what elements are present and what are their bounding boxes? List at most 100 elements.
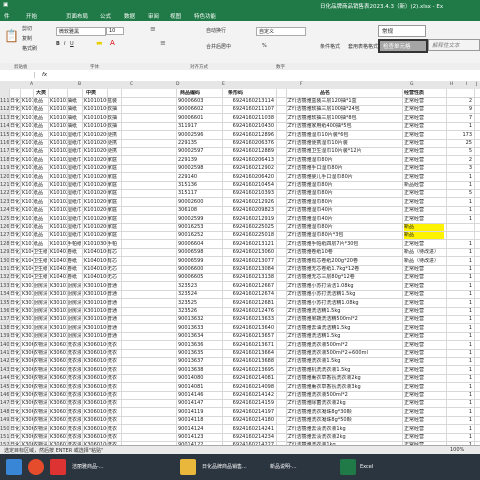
- cell-q[interactable]: 1: [448, 409, 472, 416]
- cell-bar[interactable]: 6924160206420: [222, 174, 274, 181]
- format-painter-button[interactable]: 格式刷: [22, 45, 37, 52]
- cell-e[interactable]: 厨房清洁: [67, 316, 81, 323]
- taskbar-item-4[interactable]: Excel: [360, 460, 373, 474]
- cell-d[interactable]: [K10102]: [48, 140, 67, 147]
- folder-icon[interactable]: [180, 459, 196, 475]
- bold-button[interactable]: B: [56, 41, 60, 47]
- cell-e[interactable]: 洗衣液: [67, 350, 81, 357]
- cell-type[interactable]: 正常经营: [404, 140, 444, 147]
- cell-type[interactable]: 正常经营: [404, 148, 444, 155]
- cell-code[interactable]: 323523: [178, 283, 220, 290]
- cell-q[interactable]: 1: [448, 283, 472, 290]
- cell-c[interactable]: 厨房清洁: [33, 316, 47, 323]
- cell-c[interactable]: 纸品: [33, 140, 47, 147]
- cell-q[interactable]: 1: [448, 182, 472, 189]
- row-number[interactable]: 132: [0, 273, 9, 282]
- menu-data[interactable]: 数据: [124, 12, 135, 20]
- cell-g[interactable]: 洗衣: [107, 409, 121, 416]
- cell-e[interactable]: 洗衣液: [67, 417, 81, 424]
- column-header-a[interactable]: A: [30, 82, 33, 87]
- cell-f[interactable]: [K30101001]: [82, 283, 107, 290]
- cell-bar[interactable]: 6924160214098: [222, 384, 274, 391]
- row-number[interactable]: 122: [0, 189, 9, 198]
- cell-q[interactable]: 1: [448, 258, 472, 265]
- row-number[interactable]: 123: [0, 197, 9, 206]
- cell-code[interactable]: 90013634: [178, 333, 220, 340]
- taskbar-item-1[interactable]: 洁丽雅商品-...: [72, 460, 104, 474]
- header-cell[interactable]: 中类: [86, 90, 116, 97]
- cell-code[interactable]: 315136: [178, 182, 220, 189]
- row-number[interactable]: 124: [0, 206, 9, 215]
- cell-c[interactable]: 衣物清洁: [33, 434, 47, 441]
- cell-g[interactable]: 洗衣: [107, 434, 121, 441]
- cell-f[interactable]: [K10101001]: [82, 98, 107, 105]
- cell-type[interactable]: 正常经营: [404, 207, 444, 214]
- cell-name[interactable]: (ZY)洁丽雅手口湿巾80片: [286, 165, 386, 172]
- cell-a[interactable]: 日化: [10, 426, 20, 433]
- cell-g[interactable]: 洗衣: [107, 400, 121, 407]
- cell-q[interactable]: 1: [448, 325, 472, 332]
- cell-code[interactable]: 90006602: [178, 106, 220, 113]
- cell-c[interactable]: 衣物清洁: [33, 350, 47, 357]
- start-icon[interactable]: [6, 459, 22, 475]
- menu-special[interactable]: 特色功能: [194, 12, 216, 20]
- cell-bar[interactable]: 6924160212667: [222, 283, 274, 290]
- cell-bar[interactable]: 6924160225018: [222, 232, 274, 239]
- cell-bar[interactable]: 6924160209823: [222, 207, 274, 214]
- cell-q[interactable]: 1: [448, 123, 472, 130]
- browser-icon[interactable]: [28, 459, 44, 475]
- cell-a[interactable]: 日化: [10, 333, 20, 340]
- cell-g[interactable]: 家庭: [107, 232, 121, 239]
- cell-a[interactable]: 日化: [10, 266, 20, 273]
- cell-type[interactable]: 新品经营: [404, 182, 444, 189]
- cell-a[interactable]: 日化: [10, 308, 20, 315]
- cell-code[interactable]: 90002598: [178, 165, 220, 172]
- cell-q[interactable]: 1: [448, 241, 472, 248]
- cell-c[interactable]: 纸品: [33, 174, 47, 181]
- cut-button[interactable]: 剪切: [22, 25, 32, 32]
- cell-d[interactable]: [K10102]: [48, 157, 67, 164]
- cell-name[interactable]: (ZY)洁丽雅去油洗洁精1.5kg: [286, 325, 386, 332]
- cell-bar[interactable]: 6924160213084: [222, 266, 274, 273]
- cell-b[interactable]: [K101]: [20, 199, 33, 206]
- cell-bar[interactable]: 6924160214180: [222, 417, 274, 424]
- cell-b[interactable]: [K306]: [20, 426, 33, 433]
- cell-g[interactable]: 普通: [107, 291, 121, 298]
- cell-b[interactable]: [K306]: [20, 434, 33, 441]
- cell-b[interactable]: [K101]: [20, 140, 33, 147]
- cell-b[interactable]: [K306]: [20, 400, 33, 407]
- cell-c[interactable]: 纸品: [33, 106, 47, 113]
- cell-d[interactable]: [K30601]: [48, 400, 67, 407]
- cell-b[interactable]: [K306]: [20, 384, 33, 391]
- cell-bar[interactable]: 6924160213688: [222, 358, 274, 365]
- cell-e[interactable]: 湿纸巾: [67, 132, 81, 139]
- cell-q[interactable]: 5: [448, 190, 472, 197]
- cell-g[interactable]: 普通: [107, 300, 121, 307]
- cell-d[interactable]: [K30601]: [48, 342, 67, 349]
- cell-d[interactable]: [K30101]: [48, 291, 67, 298]
- cell-c[interactable]: 厨房清洁: [33, 325, 47, 332]
- table-format-button[interactable]: 套用表格格式: [348, 43, 378, 50]
- cell-f[interactable]: [K10102001]: [82, 148, 107, 155]
- cell-bar[interactable]: 6924160214234: [222, 434, 274, 441]
- row-number[interactable]: 111: [0, 97, 9, 105]
- wrap-text-button[interactable]: 自动换行: [206, 27, 226, 34]
- menu-review[interactable]: 审阅: [148, 12, 159, 20]
- column-header-j[interactable]: J: [476, 82, 477, 87]
- cell-bar[interactable]: 6924160206376: [222, 140, 274, 147]
- align-center-icon[interactable]: ≡: [160, 39, 166, 47]
- cell-f[interactable]: [K30601001]: [82, 350, 107, 357]
- cell-c[interactable]: 卫生纸: [33, 266, 47, 273]
- cell-name[interactable]: (ZY)洁丽雅除菌洗衣液2kg: [286, 400, 386, 407]
- cell-code[interactable]: 90013633: [178, 325, 220, 332]
- cell-g[interactable]: 家庭: [107, 190, 121, 197]
- cell-code[interactable]: 311917: [178, 123, 220, 130]
- cell-g[interactable]: 洗衣: [107, 342, 121, 349]
- cell-bar[interactable]: 6924160214159: [222, 400, 274, 407]
- cell-a[interactable]: 日化: [10, 392, 20, 399]
- row-number[interactable]: 118: [0, 155, 9, 164]
- cell-bar[interactable]: 6924160212896: [222, 132, 274, 139]
- cell-a[interactable]: 日化: [10, 182, 20, 189]
- cell-code[interactable]: 90002596: [178, 132, 220, 139]
- column-header-d[interactable]: D: [176, 82, 179, 87]
